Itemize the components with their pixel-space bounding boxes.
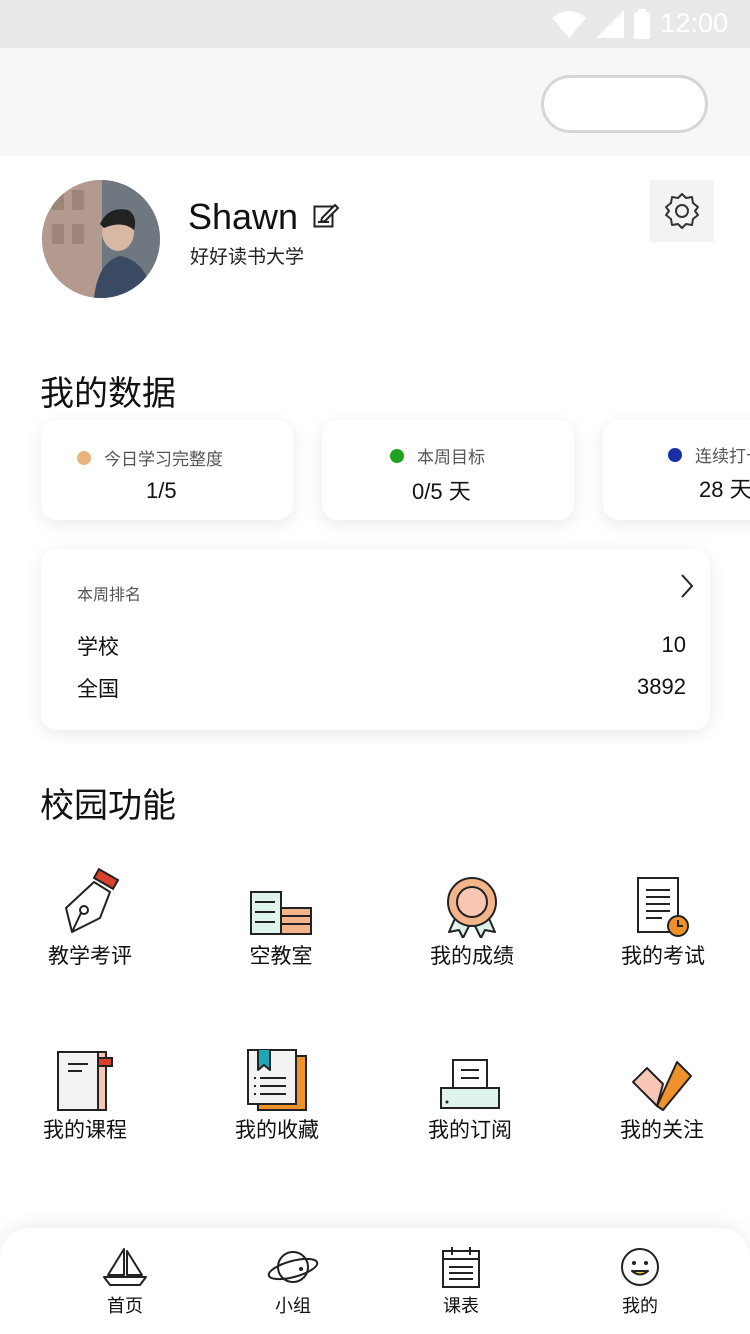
- campus-item-label: 我的考试: [621, 944, 705, 968]
- tab-home[interactable]: 首页: [75, 1244, 175, 1318]
- status-dot: [390, 448, 404, 463]
- medal-icon: [447, 877, 497, 938]
- stat-label: 连续打卡: [695, 447, 750, 467]
- planet-icon: [267, 1251, 319, 1283]
- pen-nib-icon: [65, 868, 120, 933]
- campus-item-empty-classroom[interactable]: 空教室: [206, 868, 356, 970]
- campus-item-label: 我的订阅: [428, 1118, 512, 1142]
- stat-value: 28 天: [699, 477, 750, 502]
- campus-item-label: 空教室: [249, 944, 313, 968]
- campus-item-subscriptions[interactable]: 我的订阅: [395, 1042, 545, 1144]
- campus-item-label: 我的课程: [43, 1118, 127, 1142]
- status-dot: [668, 447, 682, 462]
- tab-label: 小组: [275, 1296, 311, 1317]
- rank-row-value: 3892: [637, 674, 686, 699]
- battery-icon: [634, 8, 651, 39]
- status-dot: [77, 450, 91, 465]
- status-bar: 12:00: [0, 0, 750, 48]
- notebook-icon: [57, 1051, 113, 1111]
- campus-item-courses[interactable]: 我的课程: [10, 1042, 160, 1144]
- chevron-right-icon: [681, 574, 694, 598]
- classroom-icon: [250, 891, 312, 935]
- heart-icon: [632, 1061, 692, 1111]
- avatar[interactable]: [42, 180, 160, 298]
- wifi-icon: [552, 10, 587, 38]
- campus-item-grades[interactable]: 我的成绩: [397, 868, 547, 970]
- campus-item-label: 我的成绩: [430, 944, 514, 968]
- ranking-card[interactable]: 本周排名 学校 10 全国 3892: [41, 549, 710, 730]
- campus-item-label: 教学考评: [48, 944, 132, 968]
- status-icons: 12:00: [552, 8, 728, 39]
- settings-button[interactable]: [650, 180, 714, 242]
- stat-value: 0/5 天: [412, 479, 471, 504]
- stat-card-today[interactable]: 今日学习完整度 1/5: [41, 420, 293, 520]
- tab-label: 课表: [443, 1296, 479, 1317]
- bookmark-icon: [247, 1049, 307, 1111]
- campus-item-exam[interactable]: 我的考试: [588, 868, 738, 970]
- campus-item-evaluation[interactable]: 教学考评: [15, 868, 165, 970]
- user-school: 好好读书大学: [190, 246, 305, 268]
- campus-item-favorites[interactable]: 我的收藏: [202, 1042, 352, 1144]
- tab-label: 我的: [622, 1296, 658, 1317]
- top-pill-button[interactable]: [541, 75, 708, 133]
- calendar-icon: [442, 1247, 480, 1288]
- stat-label: 今日学习完整度: [104, 450, 223, 470]
- sailboat-icon: [103, 1248, 147, 1286]
- user-name: Shawn: [188, 196, 299, 237]
- bottom-tab-bar: 首页 小组 课表 我的: [0, 1228, 750, 1334]
- printer-icon: [440, 1059, 500, 1109]
- my-data-title: 我的数据: [40, 374, 176, 414]
- profile-section: Shawn 好好读书大学: [0, 156, 750, 336]
- campus-item-following[interactable]: 我的关注: [587, 1042, 737, 1144]
- top-bar: [0, 48, 750, 156]
- stat-card-streak[interactable]: 连续打卡 28 天: [603, 420, 750, 520]
- exam-icon: [637, 877, 689, 937]
- rank-row-value: 10: [661, 632, 686, 657]
- stat-card-week-goal[interactable]: 本周目标 0/5 天: [322, 420, 574, 520]
- edit-icon[interactable]: [313, 202, 339, 228]
- rank-row-label: 全国: [77, 677, 119, 701]
- stat-label: 本周目标: [417, 448, 485, 468]
- campus-title: 校园功能: [40, 786, 176, 826]
- gear-icon: [665, 193, 699, 229]
- tab-mine[interactable]: 我的: [590, 1244, 690, 1318]
- stat-value: 1/5: [146, 478, 177, 503]
- smiley-icon: [621, 1248, 659, 1286]
- tab-label: 首页: [107, 1296, 143, 1317]
- rank-row-label: 学校: [77, 635, 119, 659]
- tab-group[interactable]: 小组: [243, 1244, 343, 1318]
- ranking-title: 本周排名: [77, 585, 142, 604]
- campus-item-label: 我的收藏: [235, 1118, 319, 1142]
- status-time: 12:00: [660, 8, 728, 38]
- tab-schedule[interactable]: 课表: [411, 1244, 511, 1318]
- campus-item-label: 我的关注: [620, 1118, 704, 1142]
- signal-icon: [596, 9, 625, 38]
